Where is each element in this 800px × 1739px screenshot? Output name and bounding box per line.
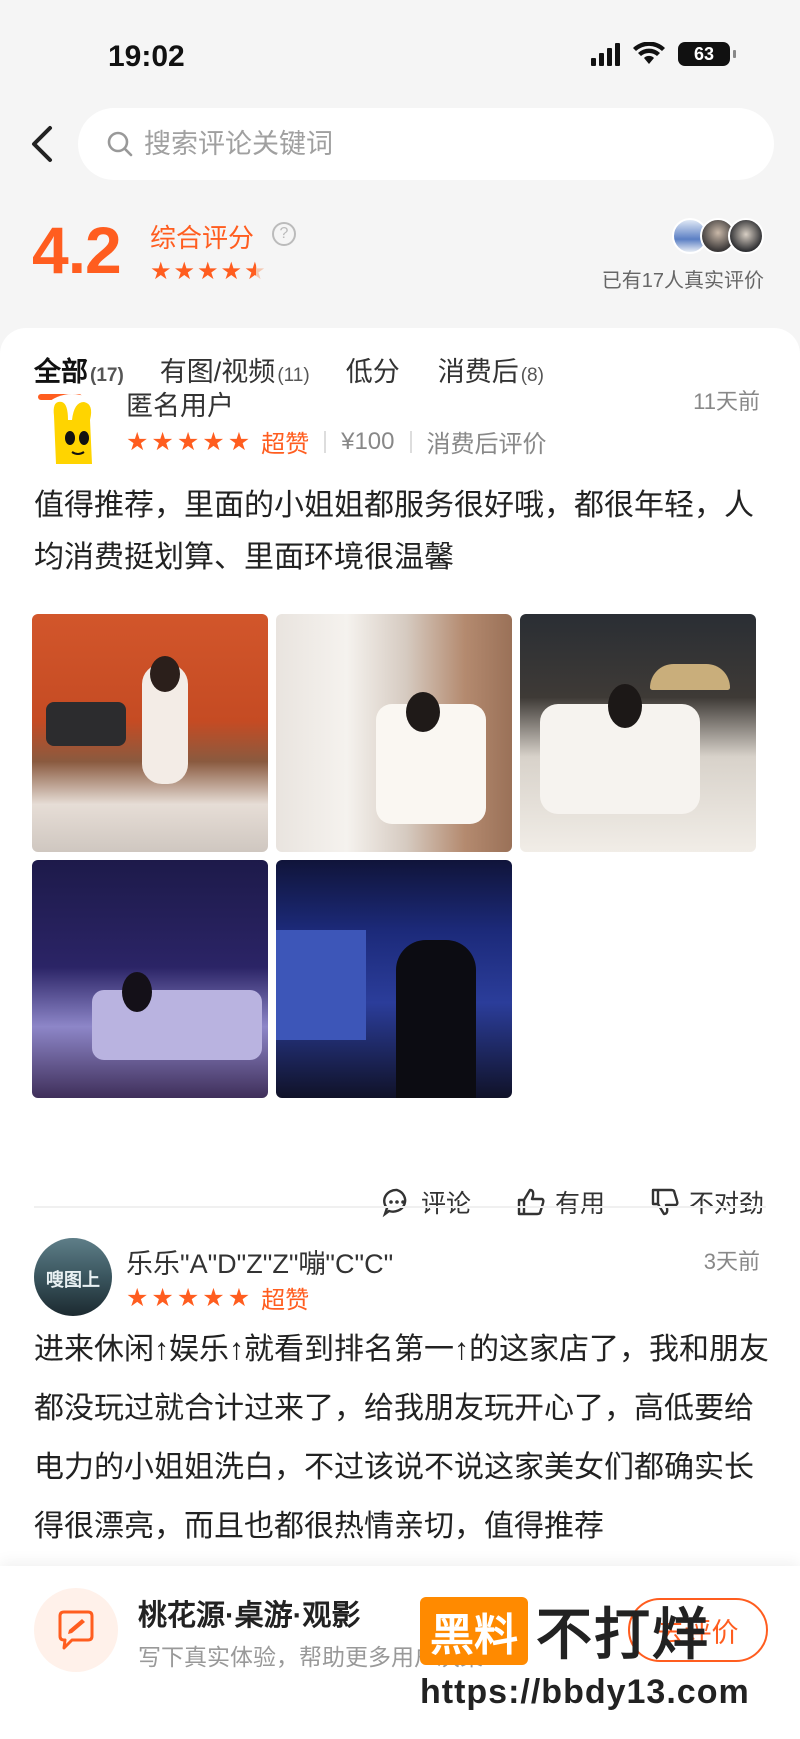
star-icon: ★ (227, 1283, 251, 1312)
star-icon: ★ (202, 427, 225, 456)
reviewer-avatars (672, 218, 764, 254)
review-text: 进来休闲↑娱乐↑就看到排名第一↑的这家店了，我和朋友都没玩过就合计过来了，给我朋… (34, 1333, 769, 1543)
review-photo[interactable] (32, 860, 268, 1098)
star-icon: ★ (151, 427, 174, 456)
wifi-icon (633, 42, 665, 64)
tab-all[interactable]: 全部 (17) (34, 350, 124, 400)
tab-after-consume[interactable]: 消费后 (8) (438, 350, 544, 389)
overall-score: 4.2 (32, 213, 122, 287)
divider (34, 1206, 766, 1208)
divider (324, 430, 327, 453)
star-icon: ★ (227, 427, 251, 456)
not-right-label: 不对劲 (688, 1190, 764, 1218)
star-icon: ★ (202, 1283, 225, 1312)
consume-tag: 消费后评价 (426, 431, 547, 458)
search-input[interactable] (144, 128, 704, 160)
edit-icon (58, 1610, 94, 1650)
watermark-url: https://bbdy13.com (420, 1673, 750, 1711)
comment-icon (382, 1188, 407, 1218)
review-photo[interactable] (276, 860, 512, 1098)
star-icon: ★ (220, 258, 243, 285)
star-icon: ★ (197, 258, 219, 285)
signal-icon (591, 42, 620, 66)
search-bar[interactable] (78, 108, 774, 180)
filter-tabs: 全部 (17) 有图/视频 (11) 低分 消费后 (8) (34, 350, 544, 400)
review-time: 3天前 (703, 1249, 760, 1274)
tab-label: 低分 (345, 357, 400, 387)
thumbs-down-icon (651, 1188, 679, 1216)
review-text: 值得推荐，里面的小姐姐都服务很好哦，都很年轻，人均消费挺划算、里面环境很温馨 (34, 489, 754, 574)
divider (409, 430, 412, 453)
star-icon: ★ (126, 1283, 149, 1312)
help-icon[interactable]: ? (272, 222, 296, 246)
real-review-count: 已有17人真实评价 (601, 270, 764, 292)
tab-low-score[interactable]: 低分 (346, 350, 402, 389)
thumbs-up-icon (517, 1188, 545, 1216)
search-icon (107, 131, 133, 157)
review-rating: ★ ★ ★ ★ ★ 超赞 (126, 1280, 309, 1315)
not-right-button[interactable]: 不对劲 (649, 1184, 764, 1220)
status-icons: 63 (591, 42, 736, 66)
reviewer-name[interactable]: 匿名用户 (126, 384, 234, 423)
overall-label: 综合评分 (150, 223, 255, 253)
tab-label: 消费后 (437, 357, 519, 387)
review-photo[interactable] (276, 614, 512, 852)
useful-label: 有用 (554, 1190, 605, 1218)
star-icon: ★ (126, 427, 149, 456)
review-rating: ★ ★ ★ ★ ★ 超赞 ¥100 消费后评价 (126, 424, 547, 459)
tab-count: (11) (277, 365, 310, 386)
write-review-icon[interactable] (34, 1588, 118, 1672)
star-icon: ★ (150, 258, 172, 285)
back-icon[interactable] (24, 122, 64, 166)
half-star-icon: ★ (244, 258, 266, 285)
star-icon: ★ (176, 1283, 200, 1312)
reviews-card: 全部 (17) 有图/视频 (11) 低分 消费后 (8) 匿名用户 11天前 ★ ★… (0, 328, 800, 1628)
status-time: 19:02 (108, 40, 185, 73)
useful-button[interactable]: 有用 (515, 1184, 605, 1220)
tab-label: 有图/视频 (159, 357, 276, 387)
rating-summary: 4.2 综合评分 ? ★ ★ ★ ★ ★ 已有17人真实评价 (0, 212, 800, 312)
comment-label: 评论 (420, 1190, 471, 1218)
avatar[interactable]: 嗖图上 (34, 1238, 112, 1316)
star-icon: ★ (173, 258, 196, 285)
avatar-text: 嗖图上 (46, 1270, 100, 1290)
reviewer-name[interactable]: 乐乐"A"D"Z"Z"嘣"C"C" (126, 1242, 393, 1281)
tab-count: (17) (90, 365, 124, 386)
comment-button[interactable]: 评论 (381, 1184, 471, 1220)
tab-label: 全部 (34, 357, 88, 387)
watermark-text: 不打烊 (536, 1603, 710, 1666)
watermark-badge: 黑料 (420, 1596, 528, 1665)
mascot-avatar-icon (53, 401, 92, 464)
star-icon: ★ (151, 1283, 174, 1312)
tab-count: (8) (520, 365, 544, 386)
star-icon: ★ (176, 427, 200, 456)
bottom-write-bar: 桃花源·桌游·观影 写下真实体验，帮助更多用户决策 去评价 黑料 不打烊 htt… (0, 1566, 800, 1739)
watermark: 黑料 不打烊 https://bbdy13.com (420, 1590, 780, 1712)
review-time: 11天前 (693, 389, 760, 414)
review-actions: 评论 有用 不对劲 (381, 1184, 764, 1220)
status-bar: 19:02 63 (0, 0, 800, 100)
rating-word: 超赞 (261, 1287, 310, 1314)
shop-name: 桃花源·桌游·观影 (138, 1600, 361, 1632)
review-photo[interactable] (32, 614, 268, 852)
price-per-person: ¥100 (341, 427, 395, 455)
avatar[interactable] (34, 394, 110, 470)
rating-word: 超赞 (261, 431, 310, 458)
search-row (0, 106, 800, 182)
review-photo[interactable] (520, 614, 756, 852)
avatar (728, 218, 764, 254)
battery-icon: 63 (678, 42, 736, 66)
score-stars: ★ ★ ★ ★ ★ (150, 260, 266, 284)
